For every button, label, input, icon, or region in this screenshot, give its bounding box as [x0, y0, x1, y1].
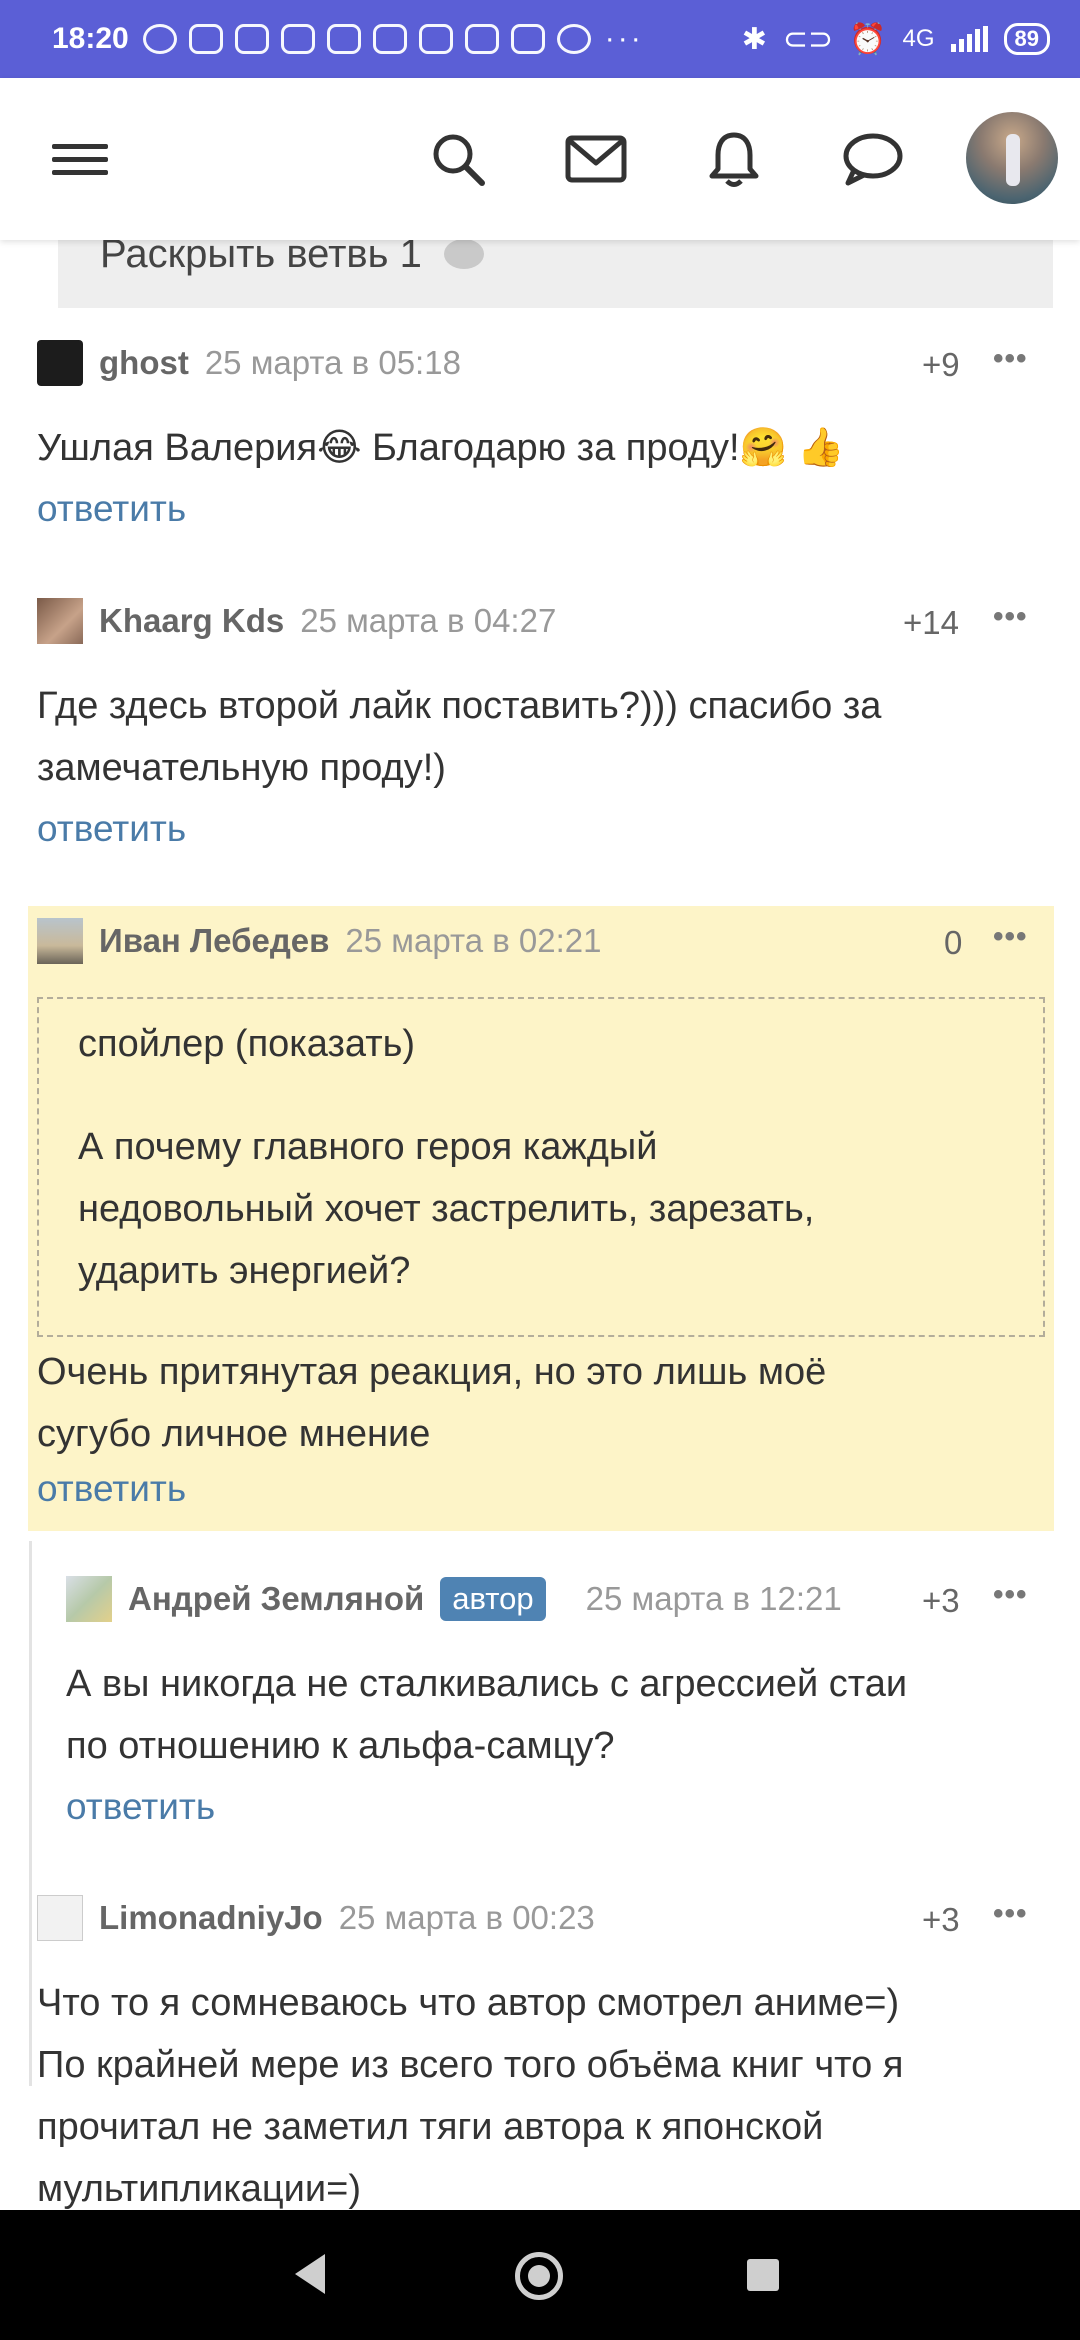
more-notifications-icon: ···	[604, 22, 644, 55]
top-app-bar	[0, 78, 1080, 240]
comment-date[interactable]: 25 марта в 12:21	[586, 1580, 842, 1618]
avatar[interactable]	[37, 1895, 83, 1941]
more-options-icon[interactable]: •••	[993, 920, 1028, 954]
comment-score: +3	[922, 1901, 960, 1938]
comments-list: Раскрыть ветвь 1 ghost 25 марта в 05:18 …	[0, 240, 1080, 2210]
discord-icon	[188, 24, 223, 54]
bluetooth-icon: ✱	[741, 22, 767, 56]
battery-level: 89	[1003, 23, 1050, 55]
discord-icon	[234, 24, 269, 54]
thread-line	[29, 1541, 32, 2086]
twitch-icon	[464, 24, 499, 54]
recent-apps-icon[interactable]	[747, 2259, 779, 2291]
comment-author[interactable]: LimonadniyJo	[99, 1899, 323, 1937]
mail-icon[interactable]	[556, 119, 636, 199]
spoiler-content: А почему главного героя каждый недовольн…	[78, 1116, 814, 1302]
expand-thread-button[interactable]: Раскрыть ветвь 1	[58, 240, 1053, 308]
comment-meta: ghost 25 марта в 05:18	[37, 339, 461, 387]
reply-link[interactable]: ответить	[37, 808, 186, 850]
comment-meta: LimonadniyJo 25 марта в 00:23	[37, 1894, 595, 1942]
comment-text-line: сугубо личное мнение	[37, 1413, 431, 1455]
comment-text-line: мультипликации=)	[37, 2168, 361, 2210]
comment-score: +14	[903, 604, 959, 641]
comment-text-line: А вы никогда не сталкивались с агрессией…	[66, 1663, 908, 1705]
menu-icon[interactable]	[40, 119, 120, 199]
status-time: 18:20	[52, 22, 129, 55]
avatar[interactable]	[66, 1576, 112, 1622]
sync-icon	[142, 24, 177, 54]
comment-text: Где здесь второй лайк поставить?))) спас…	[37, 675, 881, 799]
comment-text-line: по отношению к альфа-самцу?	[66, 1725, 615, 1767]
comment-score: +9	[922, 346, 960, 383]
more-options-icon[interactable]: •••	[993, 342, 1028, 376]
comment-text-line: прочитал не заметил тяги автора к японск…	[37, 2106, 824, 2148]
comment-meta: Khaarg Kds 25 марта в 04:27	[37, 597, 556, 645]
comment-text: А вы никогда не сталкивались с агрессией…	[66, 1653, 907, 1777]
spoiler-toggle[interactable]: спойлер (показать)	[78, 1013, 415, 1075]
notification-icons	[142, 24, 591, 54]
avatar[interactable]	[37, 918, 83, 964]
spoiler-text-line: А почему главного героя каждый	[78, 1126, 658, 1168]
toggle-icon: ⊂⊃	[782, 22, 834, 56]
comment-date[interactable]: 25 марта в 02:21	[345, 922, 601, 960]
app-icon	[372, 24, 407, 54]
alarm-off-icon: ⏰	[849, 22, 887, 56]
comment-text: Очень притянутая реакция, но это лишь мо…	[37, 1341, 826, 1465]
reply-link[interactable]: ответить	[66, 1786, 215, 1828]
discord-icon	[280, 24, 315, 54]
spoiler-text-line: недовольный хочет застрелить, зарезать,	[78, 1188, 815, 1230]
comment-score: +3	[922, 1582, 960, 1619]
comment-text-line: По крайней мере из всего того объёма кни…	[37, 2044, 904, 2086]
avatar[interactable]	[37, 598, 83, 644]
bell-icon[interactable]	[694, 119, 774, 199]
comment-meta: Андрей Земляной автор 25 марта в 12:21	[66, 1575, 842, 1623]
comment-author[interactable]: ghost	[99, 344, 189, 382]
more-options-icon[interactable]: •••	[993, 600, 1028, 634]
comment-text-line: замечательную проду!)	[37, 747, 446, 789]
comment-text-line: Что то я сомневаюсь что автор смотрел ан…	[37, 1982, 900, 2024]
reply-link[interactable]: ответить	[37, 488, 186, 530]
status-bar: 18:20 ··· ✱ ⊂⊃ ⏰ 4G 89	[0, 0, 1080, 78]
mcdonalds-icon	[326, 24, 361, 54]
status-right: ✱ ⊂⊃ ⏰ 4G 89	[742, 22, 1050, 57]
comment-author[interactable]: Андрей Земляной	[128, 1580, 424, 1618]
author-badge: автор	[440, 1577, 546, 1621]
comment-meta: Иван Лебедев 25 марта в 02:21	[37, 917, 602, 965]
signal-icon	[950, 26, 988, 52]
comment-text-line: Очень притянутая реакция, но это лишь мо…	[37, 1351, 827, 1393]
more-options-icon[interactable]: •••	[993, 1578, 1028, 1612]
comment-score: 0	[944, 924, 963, 961]
comment-author[interactable]: Khaarg Kds	[99, 602, 284, 640]
network-type: 4G	[902, 25, 935, 52]
comment-author[interactable]: Иван Лебедев	[99, 922, 329, 960]
system-nav-bar	[0, 2210, 1080, 2340]
app-icon	[510, 24, 545, 54]
comment-text: Ушлая Валерия😂 Благодарю за проду!🤗 👍	[37, 427, 845, 469]
user-avatar[interactable]	[966, 112, 1058, 204]
app-icon	[556, 24, 591, 54]
comment-date[interactable]: 25 марта в 00:23	[339, 1899, 595, 1937]
app-icon	[418, 24, 453, 54]
comment-text-line: Где здесь второй лайк поставить?))) спас…	[37, 685, 882, 727]
home-icon[interactable]	[515, 2252, 563, 2300]
comment-text: Что то я сомневаюсь что автор смотрел ан…	[37, 1972, 903, 2210]
spoiler-text-line: ударить энергией?	[78, 1250, 411, 1292]
avatar[interactable]	[37, 340, 83, 386]
chat-icon[interactable]	[832, 119, 912, 199]
search-icon[interactable]	[418, 119, 498, 199]
back-icon[interactable]	[295, 2254, 325, 2294]
comments-icon	[443, 240, 484, 269]
expand-thread-label: Раскрыть ветвь 1	[100, 240, 422, 276]
more-options-icon[interactable]: •••	[993, 1897, 1028, 1931]
comment-date[interactable]: 25 марта в 04:27	[300, 602, 556, 640]
reply-link[interactable]: ответить	[37, 1468, 186, 1510]
comment-date[interactable]: 25 марта в 05:18	[205, 344, 461, 382]
